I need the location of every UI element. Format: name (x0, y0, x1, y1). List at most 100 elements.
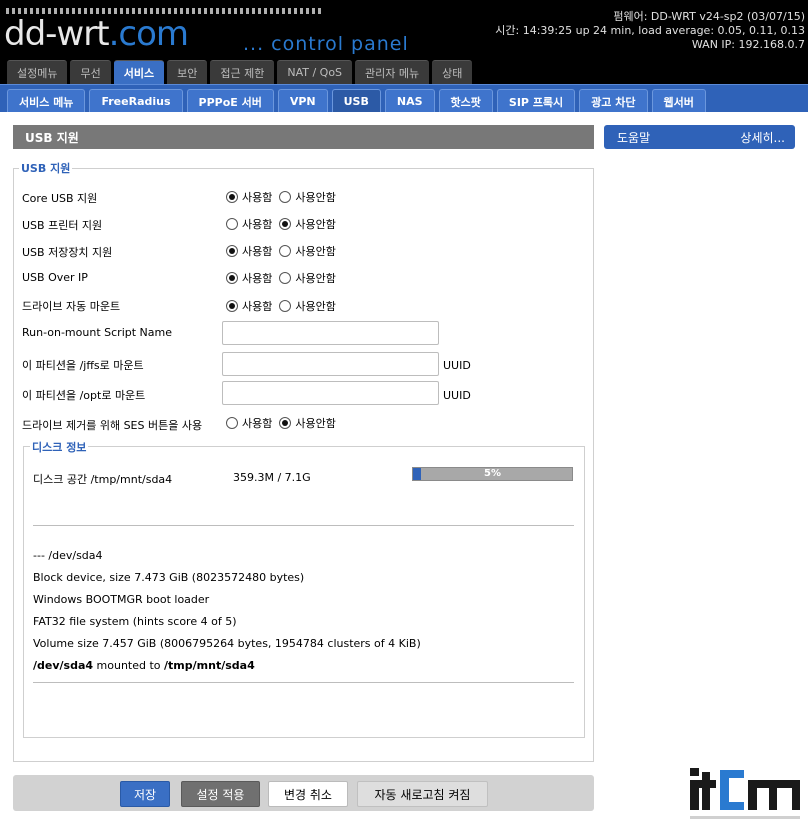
subtab-usb[interactable]: USB (331, 89, 381, 113)
usb-over-ip-disable-radio[interactable] (279, 272, 292, 284)
router-info: 펌웨어: DD-WRT v24-sp2 (03/07/15) 시간: 14:39… (495, 10, 805, 52)
subtab-sip-proxy[interactable]: SIP 프록시 (496, 89, 576, 113)
jffs-uuid-label: UUID (443, 359, 471, 372)
divider (33, 682, 574, 683)
enable-label: 사용함 (242, 245, 273, 258)
mount-info-line: /dev/sda4 mounted to /tmp/mnt/sda4 (33, 659, 255, 672)
disk-info-legend: 디스크 정보 (30, 439, 89, 455)
automount-label: 드라이브 자동 마운트 (22, 300, 121, 313)
content-area: USB 지원 도움말 상세히... USB 지원 Core USB 지원 사용함… (0, 112, 808, 831)
tab-services[interactable]: 서비스 (113, 60, 165, 84)
disable-label: 사용안함 (295, 272, 336, 285)
disk-info-line: Windows BOOTMGR boot loader (33, 593, 210, 606)
tab-setup[interactable]: 설정메뉴 (7, 60, 68, 84)
usb-printer-enable-radio[interactable] (226, 218, 238, 230)
opt-uuid-input[interactable] (222, 381, 439, 405)
firmware-version: 펌웨어: DD-WRT v24-sp2 (03/07/15) (613, 10, 805, 23)
logo-suffix: .com (108, 14, 189, 54)
ses-radio-group: 사용함 사용안함 (226, 415, 343, 431)
usb-over-ip-label: USB Over IP (22, 271, 88, 284)
usb-storage-label: USB 저장장치 지원 (22, 246, 113, 259)
ses-button-label: 드라이브 제거를 위해 SES 버튼을 사용 (22, 419, 203, 432)
jffs-uuid-input[interactable] (222, 352, 439, 376)
usb-support-legend: USB 지원 (19, 160, 73, 176)
core-usb-radio-group: 사용함 사용안함 (226, 189, 343, 205)
help-title: 도움말 (617, 130, 651, 145)
disk-info-line: FAT32 file system (hints score 4 of 5) (33, 615, 237, 628)
save-button[interactable]: 저장 (120, 781, 170, 807)
enable-label: 사용함 (242, 417, 273, 430)
enable-label: 사용함 (242, 272, 273, 285)
tab-security[interactable]: 보안 (167, 60, 208, 84)
mount-text: mounted to (93, 659, 165, 672)
cancel-changes-button[interactable]: 변경 취소 (268, 781, 348, 807)
disable-label: 사용안함 (295, 300, 336, 313)
usb-over-ip-enable-radio[interactable] (226, 272, 238, 284)
tab-wireless[interactable]: 무선 (70, 60, 111, 84)
subtab-webserver[interactable]: 웹서버 (651, 89, 706, 113)
subtab-adblock[interactable]: 광고 차단 (579, 89, 648, 113)
run-on-mount-label: Run-on-mount Script Name (22, 326, 172, 339)
subtab-freeradius[interactable]: FreeRadius (89, 89, 183, 113)
jffs-mount-label: 이 파티션을 /jffs로 마운트 (22, 359, 144, 372)
disable-label: 사용안함 (295, 417, 336, 430)
enable-label: 사용함 (242, 218, 273, 231)
mount-device: /dev/sda4 (33, 659, 94, 672)
usb-storage-enable-radio[interactable] (226, 245, 238, 257)
usb-over-ip-radio-group: 사용함 사용안함 (226, 270, 343, 286)
disk-space-value: 359.3M / 7.1G (233, 471, 311, 484)
subtab-vpn[interactable]: VPN (277, 89, 328, 113)
disk-info-line: Volume size 7.457 GiB (8006795264 bytes,… (33, 637, 421, 650)
core-usb-label: Core USB 지원 (22, 192, 98, 205)
subtab-pppoe-server[interactable]: PPPoE 서버 (186, 89, 274, 113)
help-more-link[interactable]: 상세히... (740, 129, 785, 146)
logo-main: dd-wrt (4, 14, 110, 54)
help-box: 도움말 상세히... (604, 125, 795, 149)
disk-info-line: Block device, size 7.473 GiB (8023572480… (33, 571, 305, 584)
subtab-hotspot[interactable]: 핫스팟 (438, 89, 493, 113)
wan-ip: WAN IP: 192.168.0.7 (691, 38, 805, 51)
disk-usage-bar: 5% (412, 467, 573, 481)
main-tabs: 설정메뉴 무선 서비스 보안 접근 제한 NAT / QoS 관리자 메뉴 상태 (7, 60, 473, 84)
enable-label: 사용함 (242, 300, 273, 313)
usb-storage-disable-radio[interactable] (279, 245, 292, 257)
tab-status[interactable]: 상태 (432, 60, 473, 84)
usb-printer-radio-group: 사용함 사용안함 (226, 216, 343, 232)
subtab-services[interactable]: 서비스 메뉴 (7, 89, 86, 113)
opt-uuid-label: UUID (443, 389, 471, 402)
uptime: 시간: 14:39:25 up 24 min, load average: 0.… (495, 24, 805, 37)
core-usb-disable-radio[interactable] (279, 191, 292, 203)
disk-info-line: --- /dev/sda4 (33, 549, 103, 562)
disk-usage-percent: 5% (484, 468, 501, 479)
disable-label: 사용안함 (295, 191, 336, 204)
itcm-logo (690, 768, 800, 819)
run-on-mount-input[interactable] (222, 321, 439, 345)
disable-label: 사용안함 (295, 245, 336, 258)
sub-tabs: 서비스 메뉴 FreeRadius PPPoE 서버 VPN USB NAS 핫… (7, 89, 706, 113)
subtab-nas[interactable]: NAS (384, 89, 435, 113)
tab-administration[interactable]: 관리자 메뉴 (355, 60, 430, 84)
usb-printer-label: USB 프린터 지원 (22, 219, 103, 232)
automount-disable-radio[interactable] (279, 300, 292, 312)
automount-enable-radio[interactable] (226, 300, 238, 312)
enable-label: 사용함 (242, 191, 273, 204)
ses-enable-radio[interactable] (226, 417, 238, 429)
automount-radio-group: 사용함 사용안함 (226, 298, 343, 314)
tab-access-restrictions[interactable]: 접근 제한 (210, 60, 275, 84)
ses-disable-radio[interactable] (279, 417, 292, 429)
logo: dd-wrt.com (4, 14, 189, 54)
tab-nat-qos[interactable]: NAT / QoS (277, 60, 353, 84)
auto-refresh-button[interactable]: 자동 새로고침 켜짐 (357, 781, 488, 807)
usb-storage-radio-group: 사용함 사용안함 (226, 243, 343, 259)
opt-mount-label: 이 파티션을 /opt로 마운트 (22, 389, 146, 402)
disk-space-label: 디스크 공간 /tmp/mnt/sda4 (33, 473, 173, 486)
apply-settings-button[interactable]: 설정 적용 (181, 781, 260, 807)
disable-label: 사용안함 (295, 218, 336, 231)
disk-info-fieldset (23, 446, 585, 738)
mount-point: /tmp/mnt/sda4 (164, 659, 255, 672)
usb-printer-disable-radio[interactable] (279, 218, 292, 230)
control-panel-label: ... control panel (243, 33, 409, 55)
core-usb-enable-radio[interactable] (226, 191, 238, 203)
section-title: USB 지원 (13, 125, 594, 149)
divider (33, 525, 574, 526)
